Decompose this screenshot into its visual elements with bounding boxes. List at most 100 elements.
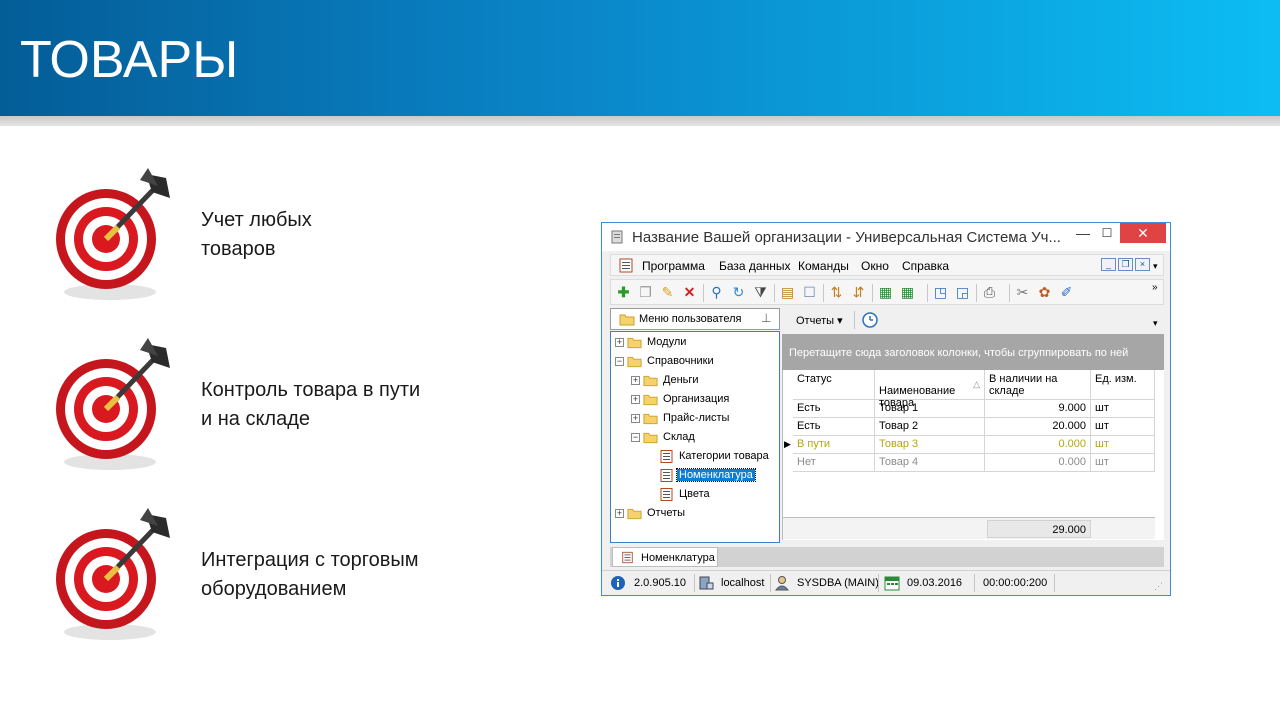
toolbar-separator — [774, 284, 775, 302]
collapse-icon[interactable]: − — [631, 433, 640, 442]
tree-node-label[interactable]: Организация — [661, 393, 731, 405]
folder-icon — [627, 337, 642, 349]
cell-status[interactable]: Нет — [793, 454, 875, 472]
new-window-icon[interactable]: ◳ — [932, 284, 949, 301]
expand-icon[interactable]: + — [631, 414, 640, 423]
delete-icon[interactable]: ✕ — [681, 284, 698, 301]
group-hint: Перетащите сюда заголовок колонки, чтобы… — [789, 347, 1129, 359]
tree-node-label[interactable]: Цвета — [677, 488, 712, 500]
tools-icon[interactable]: ✂ — [1014, 284, 1031, 301]
cell-status[interactable]: В пути — [793, 436, 875, 454]
form-icon — [660, 469, 673, 482]
expand-icon[interactable]: + — [615, 338, 624, 347]
filter-icon[interactable]: ⧩ — [752, 284, 769, 301]
resize-grip-icon[interactable]: ⋰ — [1154, 581, 1163, 592]
cell-name[interactable]: Товар 4 — [875, 454, 985, 472]
window-titlebar[interactable]: Название Вашей организации - Универсальн… — [602, 223, 1170, 251]
column-header-name[interactable]: Наименование товара △ — [875, 370, 985, 409]
calendar-icon — [884, 576, 900, 591]
mdi-restore-button[interactable]: ❐ — [1118, 258, 1133, 271]
slide-title: ТОВАРЫ — [20, 31, 239, 89]
menu-commands[interactable]: Команды — [798, 259, 849, 273]
bullet-text: Интеграция с торговым оборудованием — [201, 549, 419, 600]
cell-quantity[interactable]: 0.000 — [985, 436, 1091, 454]
cell-unit[interactable]: шт — [1091, 454, 1155, 472]
tree-node-label[interactable]: Модули — [645, 336, 688, 348]
comment-icon[interactable]: ☐ — [801, 284, 818, 301]
tab-label: Номенклатура — [641, 552, 715, 564]
clock-icon[interactable] — [862, 312, 878, 328]
status-date: 09.03.2016 — [907, 577, 963, 589]
reports-dropdown[interactable]: Отчеты ▾ — [796, 314, 843, 327]
cell-unit[interactable]: шт — [1091, 418, 1155, 436]
menu-database[interactable]: База данных — [719, 259, 790, 273]
tree-node-label[interactable]: Номенклатура — [676, 468, 756, 482]
user-icon — [774, 576, 790, 591]
collapse-icon[interactable]: − — [615, 357, 624, 366]
toolbar-overflow-icon[interactable]: » — [1152, 282, 1158, 293]
table-row[interactable]: Нет Товар 4 0.000 шт — [783, 454, 1155, 472]
cell-unit[interactable]: шт — [1091, 400, 1155, 418]
table-row[interactable]: ▶ В пути Товар 3 0.000 шт — [783, 436, 1155, 454]
settings-icon[interactable]: ✐ — [1058, 284, 1075, 301]
user-menu-panel-header: Меню пользователя ⊥ — [610, 308, 780, 330]
open-window-icon[interactable]: ◲ — [954, 284, 971, 301]
tree-node-label[interactable]: Категории товара — [677, 450, 771, 462]
table-row[interactable]: Есть Товар 1 9.000 шт — [783, 400, 1155, 418]
info-icon — [611, 576, 625, 590]
menu-program[interactable]: Программа — [642, 259, 705, 273]
toolbar-separator — [1009, 284, 1010, 302]
tree-node-label[interactable]: Прайс-листы — [661, 412, 731, 424]
tree-node-label[interactable]: Справочники — [645, 355, 716, 367]
export-excel-icon[interactable]: ▦ — [877, 284, 894, 301]
report-icon[interactable]: ▤ — [779, 284, 796, 301]
cell-quantity[interactable]: 20.000 — [985, 418, 1091, 436]
cell-quantity[interactable]: 0.000 — [985, 454, 1091, 472]
tab-nomenclature[interactable]: Номенклатура — [612, 547, 718, 567]
mdi-minimize-button[interactable]: _ — [1101, 258, 1116, 271]
cell-status[interactable]: Есть — [793, 418, 875, 436]
search-icon[interactable]: ⚲ — [708, 284, 725, 301]
tree-node-label[interactable]: Отчеты — [645, 507, 687, 519]
folder-open-icon — [643, 432, 658, 444]
expand-icon[interactable]: + — [631, 376, 640, 385]
column-header-status[interactable]: Статус — [793, 370, 875, 400]
sort-asc-icon[interactable]: ⇅ — [828, 284, 845, 301]
add-icon[interactable]: ✚ — [615, 284, 632, 301]
cell-status[interactable]: Есть — [793, 400, 875, 418]
refresh-icon[interactable]: ↻ — [730, 284, 747, 301]
maximize-button[interactable]: ☐ — [1092, 223, 1122, 243]
tree-node-label[interactable]: Деньги — [661, 374, 701, 386]
cell-name[interactable]: Товар 1 — [875, 400, 985, 418]
quantity-total: 29.000 — [987, 520, 1091, 538]
cell-quantity[interactable]: 9.000 — [985, 400, 1091, 418]
close-button[interactable]: ✕ — [1120, 223, 1166, 243]
pin-icon[interactable]: ⊥ — [761, 311, 771, 325]
banner-divider — [0, 116, 1280, 126]
tree-node-label[interactable]: Склад — [661, 431, 697, 443]
current-row-indicator-icon: ▶ — [784, 439, 791, 449]
toolbar-separator — [927, 284, 928, 302]
sort-desc-icon[interactable]: ⇵ — [850, 284, 867, 301]
copy-icon[interactable]: ❐ — [637, 284, 654, 301]
menu-overflow-icon[interactable]: ▾ — [1153, 261, 1158, 272]
import-excel-icon[interactable]: ▦ — [899, 284, 916, 301]
grid-footer: 29.000 — [783, 517, 1155, 539]
mdi-close-button[interactable]: × — [1135, 258, 1150, 271]
menu-window[interactable]: Окно — [861, 259, 889, 273]
cell-name[interactable]: Товар 3 — [875, 436, 985, 454]
table-row[interactable]: Есть Товар 2 20.000 шт — [783, 418, 1155, 436]
reports-overflow-icon[interactable]: ▾ — [1153, 318, 1158, 329]
expand-icon[interactable]: + — [631, 395, 640, 404]
palette-icon[interactable]: ✿ — [1036, 284, 1053, 301]
expand-icon[interactable]: + — [615, 509, 624, 518]
menu-help[interactable]: Справка — [902, 259, 949, 273]
cell-unit[interactable]: шт — [1091, 436, 1155, 454]
column-header-quantity[interactable]: В наличии на складе — [985, 370, 1091, 400]
print-icon[interactable]: ⎙ — [981, 284, 998, 301]
group-by-area[interactable]: Перетащите сюда заголовок колонки, чтобы… — [782, 334, 1164, 370]
toolbar: ✚ ❐ ✎ ✕ ⚲ ↻ ⧩ ▤ ☐ ⇅ ⇵ ▦ ▦ ◳ ◲ ⎙ ✂ ✿ ✐ » — [610, 279, 1164, 305]
edit-icon[interactable]: ✎ — [659, 284, 676, 301]
cell-name[interactable]: Товар 2 — [875, 418, 985, 436]
column-header-unit[interactable]: Ед. изм. — [1091, 370, 1155, 400]
